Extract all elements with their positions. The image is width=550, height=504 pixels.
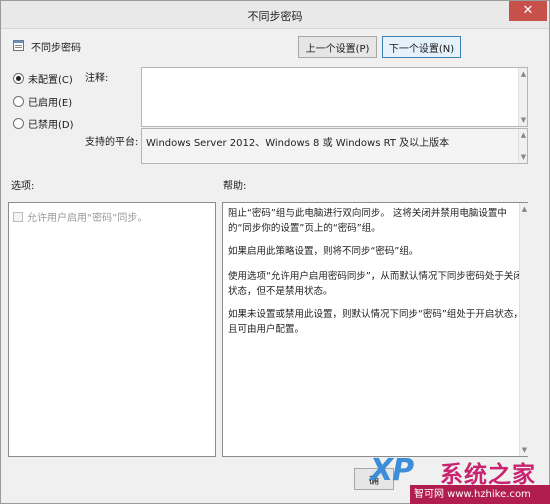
radio-label: 未配置(C): [28, 75, 73, 86]
scroll-down-arrow-icon[interactable]: ▼: [520, 153, 527, 161]
watermark-logo: XP: [370, 453, 414, 488]
site-watermark: XP 系统之家 智可网 www.hzhike.com: [370, 453, 550, 504]
radio-label: 已启用(E): [28, 98, 73, 109]
options-panel: 允许用户启用“密码”同步。: [8, 202, 216, 457]
radio-disabled[interactable]: 已禁用(D): [13, 116, 74, 131]
radio-button[interactable]: [13, 118, 24, 129]
window-title: 不同步密码: [247, 10, 303, 23]
supported-platform-box: Windows Server 2012、Windows 8 或 Windows …: [141, 128, 528, 164]
allow-password-sync-checkbox[interactable]: [13, 211, 23, 222]
watermark-title: 系统之家: [440, 462, 536, 488]
watermark-url: 智可网 www.hzhike.com: [410, 485, 550, 504]
scroll-up-arrow-icon[interactable]: ▲: [520, 70, 527, 78]
help-paragraph: 使用选项“允许用户启用密码同步”，从而默认情况下同步密码处于关闭状态，但不是禁用…: [228, 271, 523, 297]
supported-platform-value: Windows Server 2012、Windows 8 或 Windows …: [146, 138, 450, 149]
scroll-down-arrow-icon[interactable]: ▼: [520, 116, 527, 124]
radio-enabled[interactable]: 已启用(E): [13, 94, 72, 109]
previous-setting-button[interactable]: 上一个设置(P): [298, 36, 377, 58]
help-paragraph: 如果未设置或禁用此设置，则默认情况下同步“密码”组处于开启状态，且可由用户配置。: [228, 309, 523, 335]
title-bar[interactable]: 不同步密码 ✕: [1, 1, 549, 29]
close-button[interactable]: ✕: [509, 1, 547, 21]
comment-label: 注释:: [85, 73, 109, 84]
scroll-up-arrow-icon[interactable]: ▲: [520, 131, 527, 139]
radio-button[interactable]: [13, 96, 24, 107]
help-label: 帮助:: [223, 181, 247, 192]
scroll-up-arrow-icon[interactable]: ▲: [521, 205, 528, 213]
policy-settings-window: 不同步密码 ✕ 不同步密码 上一个设置(P) 下一个设置(N) 未配置(C) 已…: [0, 0, 550, 504]
help-paragraph: 阻止“密码”组与此电脑进行双向同步。 这将关闭并禁用电脑设置中的“同步你的设置”…: [228, 208, 507, 234]
close-icon: ✕: [522, 3, 534, 18]
help-panel: 阻止“密码”组与此电脑进行双向同步。 这将关闭并禁用电脑设置中的“同步你的设置”…: [222, 202, 528, 457]
help-paragraph: 如果启用此策略设置，则将不同步“密码”组。: [228, 246, 419, 257]
radio-label: 已禁用(D): [28, 120, 74, 131]
options-label: 选项:: [11, 181, 35, 192]
supported-platform-label: 支持的平台:: [85, 137, 139, 148]
comment-textarea[interactable]: ▲ ▼: [141, 67, 528, 127]
radio-button[interactable]: [13, 73, 24, 84]
policy-setting-icon: [13, 40, 24, 51]
allow-password-sync-label: 允许用户启用“密码”同步。: [27, 213, 148, 224]
next-setting-button[interactable]: 下一个设置(N): [382, 36, 461, 58]
comment-scrollbar[interactable]: ▲ ▼: [518, 68, 527, 126]
policy-name: 不同步密码: [31, 43, 81, 54]
allow-password-sync-checkbox-row[interactable]: 允许用户启用“密码”同步。: [13, 209, 147, 224]
radio-not-configured[interactable]: 未配置(C): [13, 71, 73, 86]
help-scrollbar[interactable]: ▲ ▼: [519, 203, 528, 456]
platform-scrollbar[interactable]: ▲ ▼: [518, 129, 527, 163]
